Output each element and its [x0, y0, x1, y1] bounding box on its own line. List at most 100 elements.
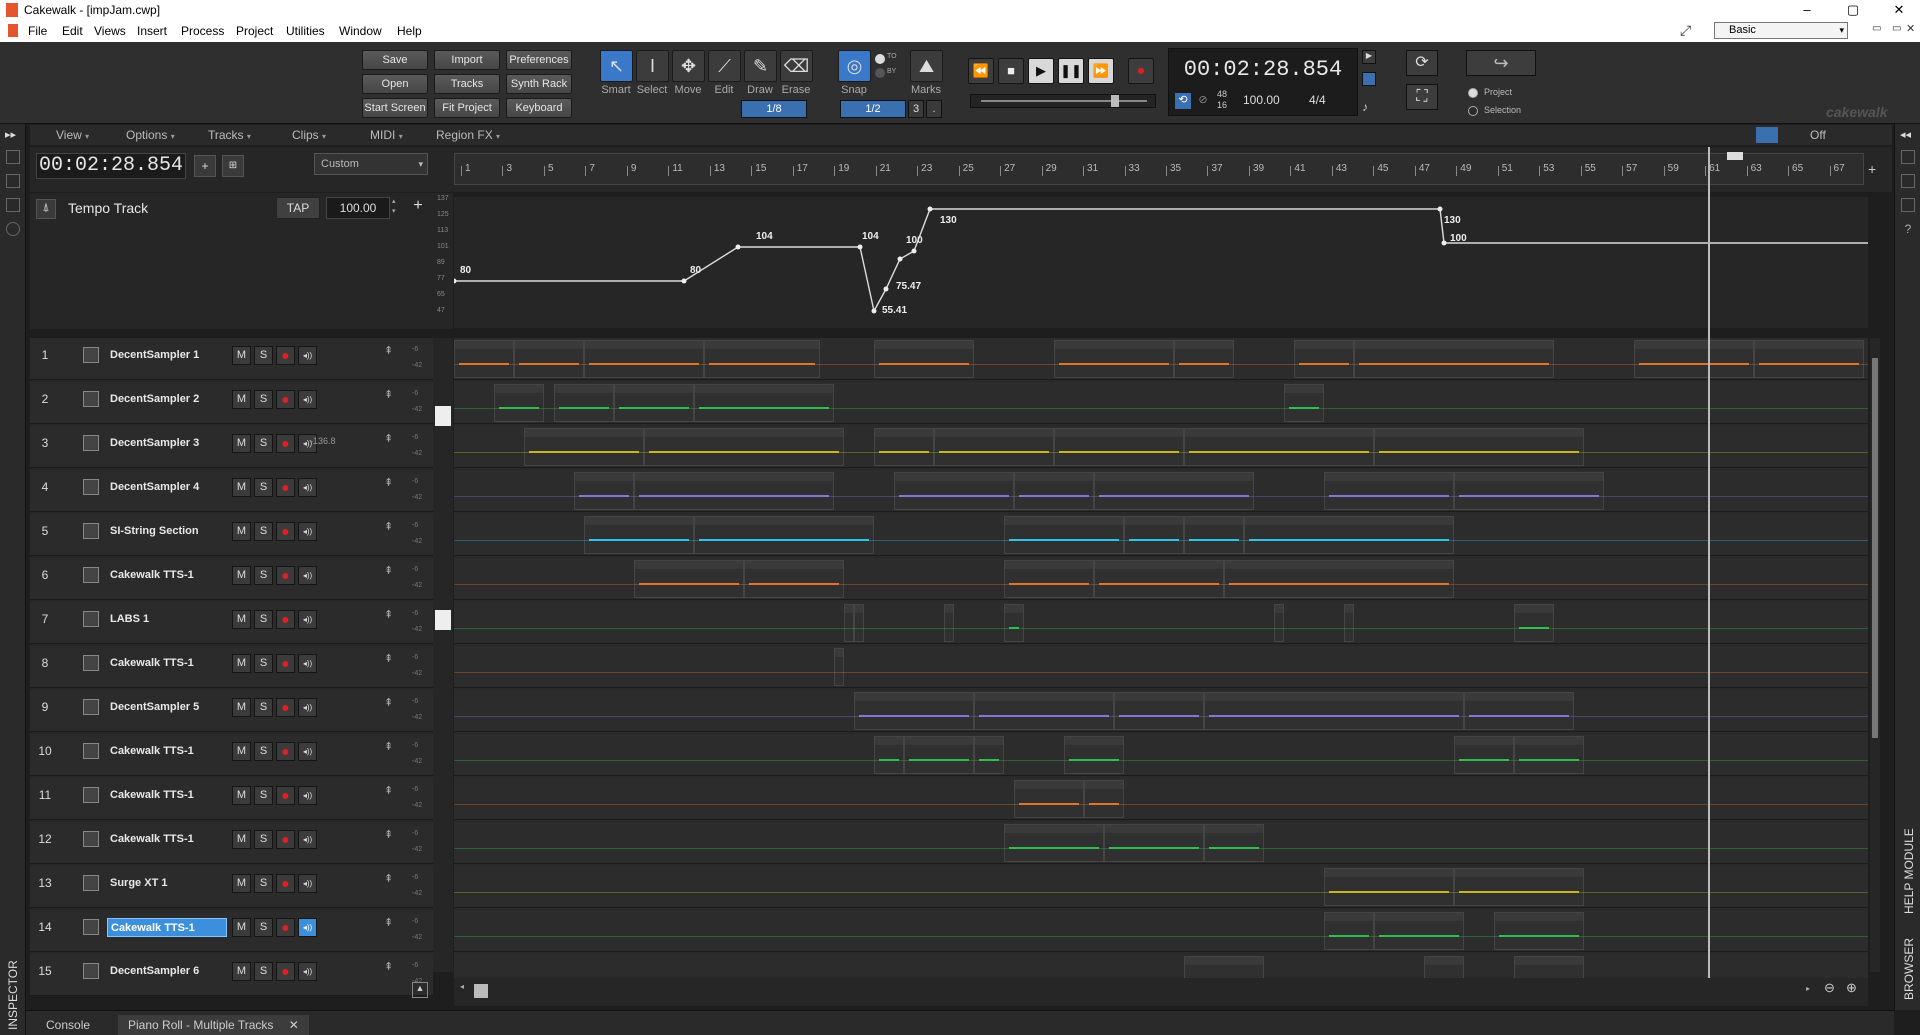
clip-header[interactable] [1285, 385, 1323, 393]
mute-button[interactable]: M [232, 874, 251, 893]
tempo-node[interactable] [897, 256, 903, 262]
clip-header[interactable] [495, 385, 543, 393]
clip-header[interactable] [455, 341, 513, 349]
automation-line[interactable] [454, 452, 1868, 453]
loop-toggle-button[interactable]: ⟳ [1406, 50, 1438, 76]
move-tool-button[interactable]: ✥ [672, 50, 705, 82]
add-marker-button[interactable]: + [194, 155, 216, 177]
clip-header[interactable] [1425, 957, 1463, 965]
track-expand-icon[interactable]: ⇞ [384, 652, 393, 665]
automation-line[interactable] [454, 848, 1868, 849]
clip-properties-icon[interactable] [6, 174, 20, 188]
midi-clip[interactable] [1374, 912, 1464, 950]
tool-snap-select[interactable]: 1/8 [741, 100, 807, 118]
tv-menu-region-fx[interactable]: Region FX ▾ [436, 128, 500, 142]
track-name[interactable]: Cakewalk TTS-1 [107, 786, 227, 805]
clip-header[interactable] [645, 429, 843, 437]
input-echo-button[interactable]: ◂)) [298, 610, 317, 629]
record-arm-button[interactable]: ● [276, 918, 295, 937]
tempo-node[interactable] [1437, 206, 1443, 212]
menu-views[interactable]: Views [94, 24, 126, 38]
record-arm-button[interactable]: ● [276, 390, 295, 409]
track-name[interactable]: Cakewalk TTS-1 [107, 566, 227, 585]
clip-header[interactable] [855, 693, 973, 701]
clip-header[interactable] [1005, 517, 1123, 525]
input-echo-button[interactable]: ◂)) [298, 478, 317, 497]
midi-clip[interactable] [1054, 428, 1184, 466]
tv-menu-view[interactable]: View ▾ [56, 128, 89, 142]
clip-header[interactable] [1755, 341, 1863, 349]
export-button[interactable]: ↪ [1466, 50, 1536, 76]
project-radio[interactable] [1468, 88, 1478, 98]
help-icon[interactable]: ? [1901, 222, 1915, 236]
tv-menu-options[interactable]: Options ▾ [126, 128, 175, 142]
clip-header[interactable] [1085, 781, 1123, 789]
browser-label[interactable]: BROWSER [1902, 938, 1916, 1000]
clip-header[interactable] [1005, 561, 1093, 569]
automation-line[interactable] [454, 804, 1868, 805]
automation-line[interactable] [454, 364, 1868, 365]
select-tool-button[interactable]: I [636, 50, 669, 82]
stop-button[interactable]: ■ [998, 58, 1024, 84]
midi-clip[interactable] [1064, 736, 1124, 774]
clip-header[interactable] [585, 517, 693, 525]
tempo-node[interactable] [857, 244, 863, 250]
restore-button[interactable]: ▢ [1830, 0, 1876, 20]
track-lane-7[interactable] [454, 602, 1868, 644]
scroll-left-icon[interactable]: ◂ [460, 982, 470, 1000]
track-expand-icon[interactable]: ⇞ [384, 564, 393, 577]
clip-header[interactable] [895, 473, 1013, 481]
clip-header[interactable] [835, 649, 843, 657]
track-header-6[interactable]: 6 Cakewalk TTS-1 M S ● ◂)) ⇞ -6 -42 [30, 558, 433, 600]
track-name[interactable]: DecentSampler 2 [107, 390, 227, 409]
clip-header[interactable] [1115, 693, 1203, 701]
slider-thumb[interactable] [1111, 95, 1119, 107]
midi-clip[interactable] [524, 428, 644, 466]
expand-icon[interactable]: ⤢ [1680, 22, 1691, 39]
midi-clip[interactable] [1274, 604, 1284, 642]
clip-header[interactable] [1635, 341, 1753, 349]
input-echo-button[interactable]: ◂)) [298, 566, 317, 585]
clip-header[interactable] [1515, 737, 1583, 745]
clip-header[interactable] [1345, 605, 1353, 613]
clip-header[interactable] [1375, 429, 1583, 437]
midi-clip[interactable] [644, 428, 844, 466]
fit-selection-button[interactable]: ⛶ [1406, 84, 1438, 110]
midi-clip[interactable] [1634, 340, 1754, 378]
solo-button[interactable]: S [254, 874, 273, 893]
clip-header[interactable] [1125, 517, 1183, 525]
timeline-ruler[interactable]: 1 3 5 7 9 11 13 15 17 19 21 23 25 27 29 31 33 35 37 39 41 43 4… [454, 152, 1864, 185]
automation-line[interactable] [454, 540, 1868, 541]
clip-header[interactable] [695, 517, 873, 525]
instrument-track-icon[interactable] [83, 479, 99, 495]
track-expand-icon[interactable]: ⇞ [384, 432, 393, 445]
midi-clip[interactable] [1014, 780, 1084, 818]
track-name[interactable]: Cakewalk TTS-1 [107, 830, 227, 849]
midi-clip[interactable] [704, 340, 820, 378]
zoom-in-icon[interactable]: ⊕ [1846, 980, 1857, 996]
midi-clip[interactable] [614, 384, 694, 422]
track-name[interactable]: Cakewalk TTS-1 [107, 742, 227, 761]
menu-process[interactable]: Process [181, 24, 224, 38]
help-module-label[interactable]: HELP MODULE [1902, 828, 1916, 914]
tv-menu-midi[interactable]: MIDI ▾ [370, 128, 403, 142]
clip-header[interactable] [1185, 429, 1373, 437]
input-echo-button[interactable]: ◂)) [298, 786, 317, 805]
menu-utilities[interactable]: Utilities [286, 24, 325, 38]
input-echo-button[interactable]: ◂)) [298, 962, 317, 981]
midi-clip[interactable] [874, 428, 934, 466]
clip-header[interactable] [1185, 517, 1243, 525]
midi-clip[interactable] [874, 340, 974, 378]
clip-header[interactable] [845, 605, 853, 613]
record-arm-button[interactable]: ● [276, 742, 295, 761]
midi-clip[interactable] [1004, 516, 1124, 554]
midi-clip[interactable] [694, 384, 834, 422]
clip-header[interactable] [975, 737, 1003, 745]
midi-clip[interactable] [1324, 472, 1454, 510]
minimize-child-icon[interactable]: ▭ [1892, 23, 1901, 34]
track-pane-resize-icon[interactable]: ▲ [412, 982, 428, 998]
track-lane-5[interactable] [454, 514, 1868, 556]
midi-clip[interactable] [1494, 912, 1584, 950]
track-header-8[interactable]: 8 Cakewalk TTS-1 M S ● ◂)) ⇞ -6 -42 [30, 646, 433, 688]
mute-button[interactable]: M [232, 698, 251, 717]
